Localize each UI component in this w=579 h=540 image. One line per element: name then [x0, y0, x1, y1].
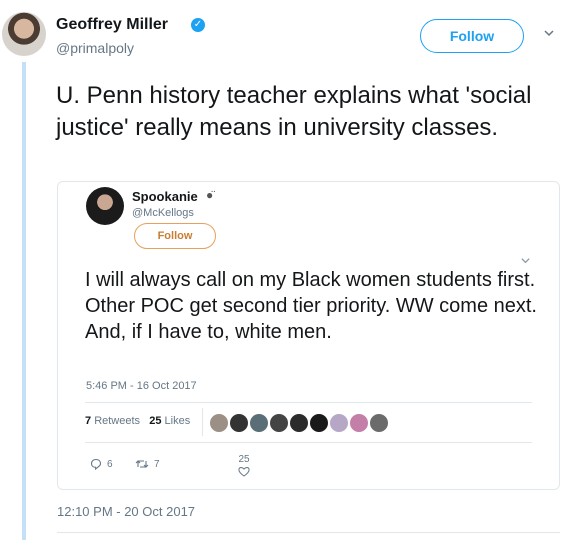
liker-avatar[interactable] — [350, 414, 368, 432]
retweets-label[interactable]: Retweets — [94, 415, 140, 427]
liker-avatar[interactable] — [250, 414, 268, 432]
divider — [57, 532, 560, 533]
likes-label[interactable]: Likes — [165, 415, 191, 427]
quoted-tweet-card[interactable]: Spookanie ●̈ @McKellogs Follow I will al… — [57, 181, 560, 490]
quoted-author-handle[interactable]: @McKellogs — [132, 207, 194, 219]
author-name[interactable]: Geoffrey Miller — [56, 16, 168, 34]
quoted-action-bar: 6 7 25 — [90, 454, 290, 490]
heart-icon — [238, 467, 250, 477]
retweets-count: 7 — [85, 415, 92, 427]
quoted-chevron-down-icon[interactable] — [520, 255, 531, 266]
engagement-stats: 7 Retweets 25 Likes — [85, 415, 190, 427]
like-action[interactable]: 25 — [234, 454, 254, 477]
quoted-author-avatar[interactable] — [86, 187, 124, 225]
chevron-down-icon[interactable] — [543, 27, 555, 39]
stats-divider — [202, 408, 203, 436]
tweet-text: U. Penn history teacher explains what 's… — [56, 82, 532, 141]
divider — [85, 442, 532, 443]
retweet-action[interactable]: 7 — [135, 458, 160, 470]
liker-avatar[interactable] — [370, 414, 388, 432]
retweet-count: 7 — [154, 458, 160, 470]
likers-avatars — [210, 414, 388, 432]
liker-avatar[interactable] — [230, 414, 248, 432]
quoted-follow-button[interactable]: Follow — [134, 223, 216, 249]
quoted-tweet-text: I will always call on my Black women stu… — [85, 269, 537, 343]
liker-avatar[interactable] — [330, 414, 348, 432]
like-count: 25 — [238, 454, 250, 465]
author-avatar[interactable] — [2, 12, 46, 56]
quoted-timestamp[interactable]: 5:46 PM - 16 Oct 2017 — [86, 380, 197, 392]
reply-action[interactable]: 6 — [90, 458, 113, 470]
likes-count: 25 — [149, 415, 162, 427]
liker-avatar[interactable] — [310, 414, 328, 432]
liker-avatar[interactable] — [290, 414, 308, 432]
follow-button[interactable]: Follow — [420, 19, 524, 53]
divider — [85, 402, 532, 403]
tweet-timestamp[interactable]: 12:10 PM - 20 Oct 2017 — [57, 504, 195, 519]
quoted-author-name[interactable]: Spookanie — [132, 189, 198, 204]
retweet-icon — [135, 460, 149, 468]
liker-avatar[interactable] — [210, 414, 228, 432]
author-handle[interactable]: @primalpoly — [56, 40, 134, 56]
liker-avatar[interactable] — [270, 414, 288, 432]
reply-icon — [90, 458, 102, 470]
verified-check-icon: ✓ — [191, 18, 205, 32]
thread-line — [22, 62, 26, 540]
ghost-emoji-icon: ●̈ — [206, 188, 214, 202]
reply-count: 6 — [107, 458, 113, 470]
